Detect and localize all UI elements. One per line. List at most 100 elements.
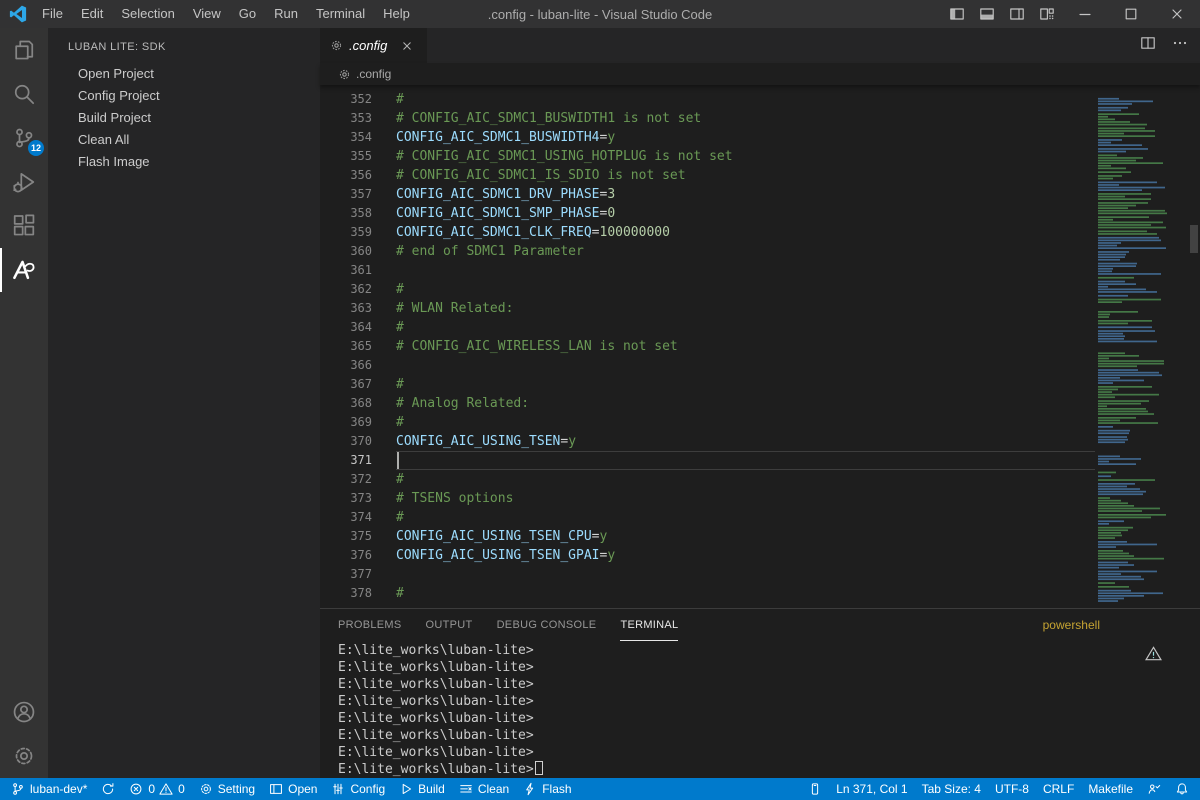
line-number[interactable]: 354 bbox=[320, 128, 372, 147]
config-button[interactable]: Config bbox=[324, 778, 392, 800]
tab-config[interactable]: .config bbox=[320, 28, 427, 63]
code-line-372[interactable]: 372# bbox=[320, 470, 1200, 489]
flash-button[interactable]: Flash bbox=[516, 778, 578, 800]
line-number[interactable]: 372 bbox=[320, 470, 372, 489]
sidebar-item-clean-all[interactable]: Clean All bbox=[48, 129, 320, 151]
code-line-356[interactable]: 356# CONFIG_AIC_SDMC1_IS_SDIO is not set bbox=[320, 166, 1200, 185]
warnings-status[interactable]: 0 bbox=[157, 778, 192, 800]
editor[interactable]: 352#353# CONFIG_AIC_SDMC1_BUSWIDTH1 is n… bbox=[320, 85, 1200, 608]
line-number[interactable]: 377 bbox=[320, 565, 372, 584]
code-line-359[interactable]: 359CONFIG_AIC_SDMC1_CLK_FREQ=100000000 bbox=[320, 223, 1200, 242]
code-line-363[interactable]: 363# WLAN Related: bbox=[320, 299, 1200, 318]
setting-button[interactable]: Setting bbox=[192, 778, 262, 800]
activity-luban-sdk[interactable] bbox=[0, 248, 48, 292]
menu-terminal[interactable]: Terminal bbox=[307, 0, 374, 28]
terminal-shell-selector[interactable]: powershell bbox=[1039, 618, 1100, 632]
line-number[interactable]: 352 bbox=[320, 90, 372, 109]
line-number[interactable]: 358 bbox=[320, 204, 372, 223]
line-number[interactable]: 374 bbox=[320, 508, 372, 527]
errors-status[interactable]: 0 bbox=[122, 778, 157, 800]
code-line-374[interactable]: 374# bbox=[320, 508, 1200, 527]
menu-edit[interactable]: Edit bbox=[72, 0, 112, 28]
code-line-362[interactable]: 362# bbox=[320, 280, 1200, 299]
toggle-primary-sidebar-button[interactable] bbox=[942, 0, 972, 28]
code-line-378[interactable]: 378# bbox=[320, 584, 1200, 603]
build-button[interactable]: Build bbox=[392, 778, 452, 800]
code-line-368[interactable]: 368# Analog Related: bbox=[320, 394, 1200, 413]
panel-tab-terminal[interactable]: TERMINAL bbox=[620, 609, 678, 641]
menu-view[interactable]: View bbox=[184, 0, 230, 28]
line-number[interactable]: 373 bbox=[320, 489, 372, 508]
indentation-status[interactable]: Tab Size: 4 bbox=[915, 778, 988, 800]
minimize-window-button[interactable] bbox=[1062, 0, 1108, 28]
code-line-364[interactable]: 364# bbox=[320, 318, 1200, 337]
line-number[interactable]: 360 bbox=[320, 242, 372, 261]
code-line-365[interactable]: 365# CONFIG_AIC_WIRELESS_LAN is not set bbox=[320, 337, 1200, 356]
minimap[interactable] bbox=[1095, 85, 1188, 608]
toggle-panel-button[interactable] bbox=[972, 0, 1002, 28]
encoding-status[interactable]: UTF-8 bbox=[988, 778, 1036, 800]
code-line-376[interactable]: 376CONFIG_AIC_USING_TSEN_GPAI=y bbox=[320, 546, 1200, 565]
activity-search[interactable] bbox=[0, 72, 48, 116]
line-number[interactable]: 356 bbox=[320, 166, 372, 185]
language-mode[interactable]: Makefile bbox=[1081, 778, 1140, 800]
line-number[interactable]: 378 bbox=[320, 584, 372, 603]
menu-run[interactable]: Run bbox=[265, 0, 307, 28]
sidebar-item-open-project[interactable]: Open Project bbox=[48, 63, 320, 85]
code-line-373[interactable]: 373# TSENS options bbox=[320, 489, 1200, 508]
line-number[interactable]: 362 bbox=[320, 280, 372, 299]
line-number[interactable]: 365 bbox=[320, 337, 372, 356]
editor-scrollbar[interactable] bbox=[1188, 85, 1200, 608]
line-number[interactable]: 368 bbox=[320, 394, 372, 413]
editor-more-actions[interactable] bbox=[1172, 35, 1188, 56]
line-number[interactable]: 357 bbox=[320, 185, 372, 204]
activity-extensions[interactable] bbox=[0, 204, 48, 248]
eol-status[interactable]: CRLF bbox=[1036, 778, 1081, 800]
feedback-button[interactable] bbox=[1140, 778, 1168, 800]
line-number[interactable]: 361 bbox=[320, 261, 372, 280]
line-number[interactable]: 369 bbox=[320, 413, 372, 432]
tab-close-icon[interactable] bbox=[397, 36, 417, 56]
sidebar-item-config-project[interactable]: Config Project bbox=[48, 85, 320, 107]
branch-status[interactable]: luban-dev* bbox=[4, 778, 94, 800]
breadcrumb-item[interactable]: .config bbox=[356, 67, 391, 81]
line-number[interactable]: 364 bbox=[320, 318, 372, 337]
split-editor-button[interactable] bbox=[1140, 35, 1156, 56]
code-line-371[interactable]: 371 bbox=[320, 451, 1200, 470]
code-line-354[interactable]: 354CONFIG_AIC_SDMC1_BUSWIDTH4=y bbox=[320, 128, 1200, 147]
code-line-355[interactable]: 355# CONFIG_AIC_SDMC1_USING_HOTPLUG is n… bbox=[320, 147, 1200, 166]
activity-explorer[interactable] bbox=[0, 28, 48, 72]
cursor-position[interactable]: Ln 371, Col 1 bbox=[829, 778, 914, 800]
customize-layout-button[interactable] bbox=[1032, 0, 1062, 28]
line-number[interactable]: 353 bbox=[320, 109, 372, 128]
line-number[interactable]: 375 bbox=[320, 527, 372, 546]
code-line-358[interactable]: 358CONFIG_AIC_SDMC1_SMP_PHASE=0 bbox=[320, 204, 1200, 223]
close-window-button[interactable] bbox=[1154, 0, 1200, 28]
code-line-370[interactable]: 370CONFIG_AIC_USING_TSEN=y bbox=[320, 432, 1200, 451]
code-line-366[interactable]: 366 bbox=[320, 356, 1200, 375]
panel-tab-output[interactable]: OUTPUT bbox=[426, 609, 473, 641]
menu-file[interactable]: File bbox=[33, 0, 72, 28]
code-line-352[interactable]: 352# bbox=[320, 90, 1200, 109]
code-line-375[interactable]: 375CONFIG_AIC_USING_TSEN_CPU=y bbox=[320, 527, 1200, 546]
device-indicator[interactable] bbox=[801, 778, 829, 800]
activity-source-control[interactable]: 12 bbox=[0, 116, 48, 160]
activity-manage[interactable] bbox=[0, 734, 48, 778]
code-line-353[interactable]: 353# CONFIG_AIC_SDMC1_BUSWIDTH1 is not s… bbox=[320, 109, 1200, 128]
menu-help[interactable]: Help bbox=[374, 0, 419, 28]
code-line-369[interactable]: 369# bbox=[320, 413, 1200, 432]
line-number[interactable]: 376 bbox=[320, 546, 372, 565]
maximize-window-button[interactable] bbox=[1108, 0, 1154, 28]
notifications-bell[interactable] bbox=[1168, 778, 1196, 800]
line-number[interactable]: 355 bbox=[320, 147, 372, 166]
open-button[interactable]: Open bbox=[262, 778, 324, 800]
sidebar-item-flash-image[interactable]: Flash Image bbox=[48, 151, 320, 173]
line-number[interactable]: 370 bbox=[320, 432, 372, 451]
menu-selection[interactable]: Selection bbox=[112, 0, 183, 28]
panel-tab-debug-console[interactable]: DEBUG CONSOLE bbox=[497, 609, 597, 641]
code-line-367[interactable]: 367# bbox=[320, 375, 1200, 394]
line-number[interactable]: 366 bbox=[320, 356, 372, 375]
code-line-361[interactable]: 361 bbox=[320, 261, 1200, 280]
activity-accounts[interactable] bbox=[0, 690, 48, 734]
line-number[interactable]: 363 bbox=[320, 299, 372, 318]
